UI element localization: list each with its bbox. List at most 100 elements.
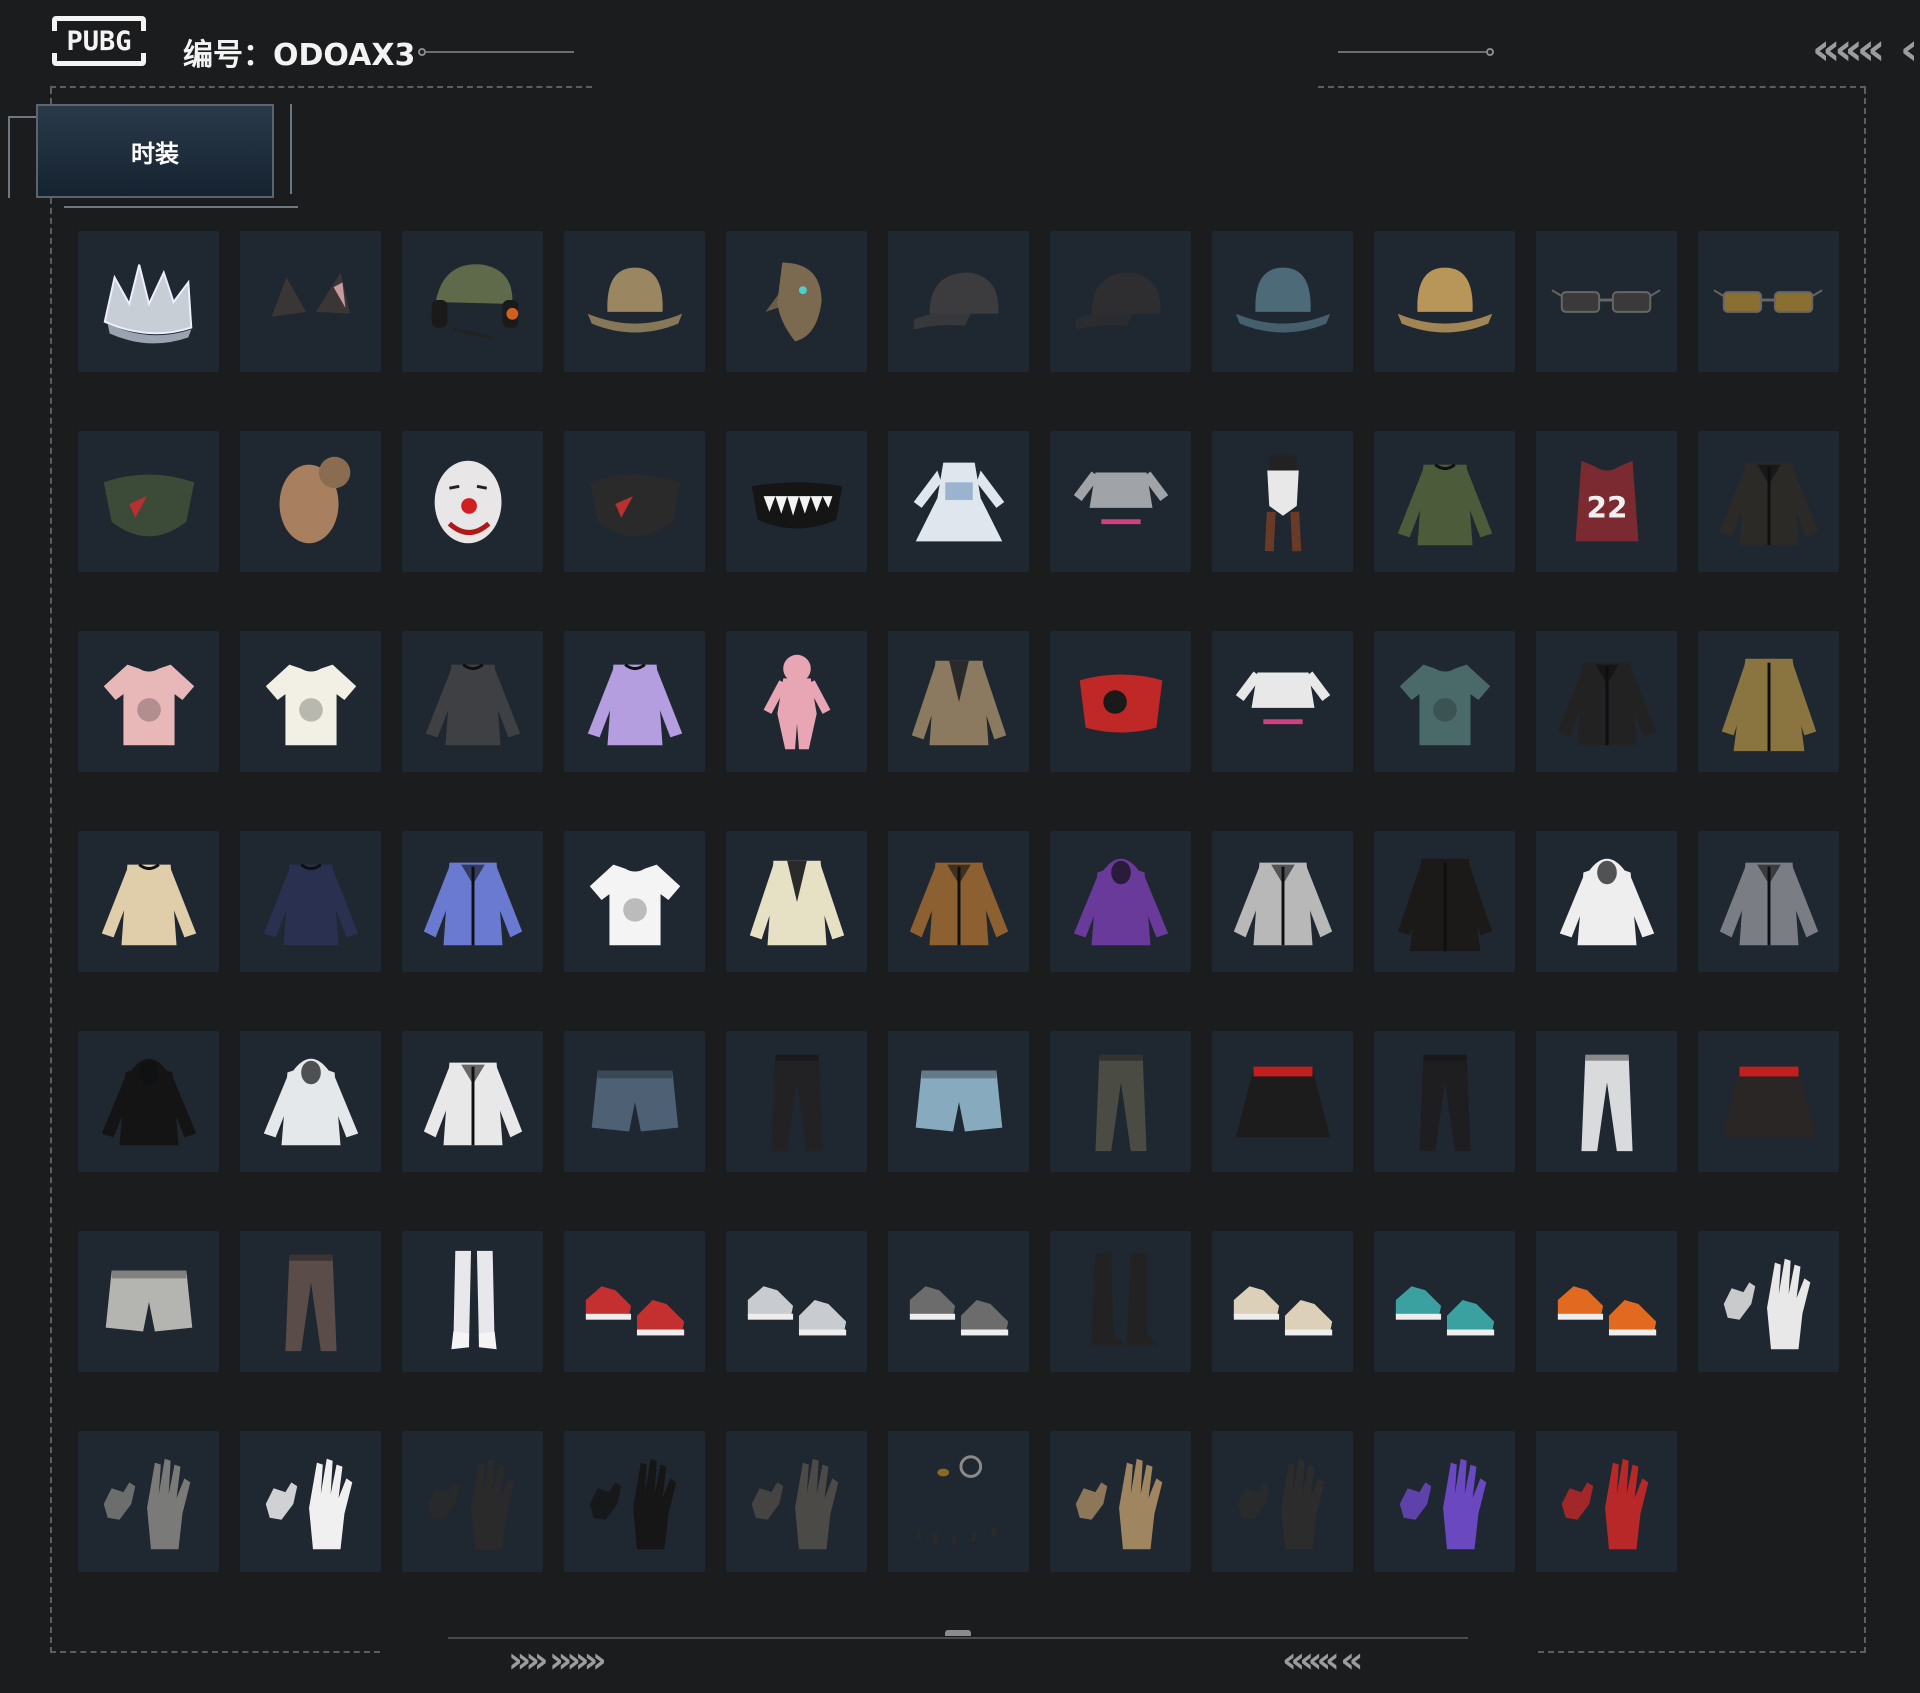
tab-outfits[interactable]: 时装 <box>36 104 274 198</box>
item-tile-leather-skirt-red[interactable] <box>1698 1031 1839 1172</box>
item-tile-red-bandana[interactable] <box>564 431 705 572</box>
item-tile-tall-black-boots[interactable] <box>1050 1231 1191 1372</box>
item-tile-black-aura-hoodie[interactable] <box>78 1031 219 1172</box>
item-tile-pink-onesie[interactable] <box>726 631 867 772</box>
item-tile-black-leather-pants[interactable] <box>726 1031 867 1172</box>
face-mask-icon <box>103 473 194 536</box>
item-tile-polka-skirt[interactable] <box>1212 1031 1353 1172</box>
item-tile-denim-shorts[interactable] <box>564 1031 705 1172</box>
item-tile-blue-bucket-hat[interactable] <box>1212 231 1353 372</box>
item-tile-bunny-bodysuit[interactable] <box>1212 431 1353 572</box>
item-tile-white-stockings-boots[interactable] <box>402 1231 543 1372</box>
item-tile-winged-sneakers[interactable] <box>726 1231 867 1372</box>
item-tile-green-turtleneck[interactable] <box>1374 431 1515 572</box>
item-tile-white-bear-hoodie[interactable] <box>1536 831 1677 972</box>
item-tile-grey-cargo-shorts[interactable] <box>78 1231 219 1372</box>
item-tile-white-gloves[interactable] <box>1698 1231 1839 1372</box>
item-tile-maid-dress[interactable] <box>888 431 1029 572</box>
item-tile-black-claw-gloves[interactable] <box>564 1431 705 1572</box>
bucket-hat-icon <box>587 267 682 332</box>
gloves-icon <box>1399 1458 1486 1549</box>
item-tile-red-sneakers[interactable] <box>564 1231 705 1372</box>
item-tile-tactical-long-sleeve[interactable] <box>402 631 543 772</box>
account-code-label: 编号：ODOAX3 <box>183 38 416 73</box>
sweater-icon <box>101 862 196 945</box>
item-tile-shark-teeth-mask[interactable] <box>726 431 867 572</box>
item-tile-teal-clogs[interactable] <box>1374 1231 1515 1372</box>
item-tile-crown[interactable] <box>78 231 219 372</box>
item-tile-cream-cardigan[interactable] <box>78 831 219 972</box>
item-tile-silver-jacket[interactable] <box>1212 831 1353 972</box>
item-tile-purple-owl-sweater[interactable] <box>564 631 705 772</box>
item-tile-white-hoodie[interactable] <box>240 1031 381 1172</box>
item-tile-patterned-blazer[interactable] <box>888 631 1029 772</box>
item-tile-leather-studded-gloves[interactable] <box>726 1431 867 1572</box>
item-tile-grey-orange-jacket[interactable] <box>1698 831 1839 972</box>
header-line-left <box>426 51 574 53</box>
item-tile-black-gold-jacket[interactable] <box>1698 431 1839 572</box>
item-tile-cat-ears[interactable] <box>240 231 381 372</box>
item-tile-black-cap[interactable] <box>888 231 1029 372</box>
item-tile-black-wraps[interactable] <box>402 1431 543 1572</box>
bottom-scroll-handle[interactable] <box>945 1630 971 1636</box>
item-tile-gold-sunglasses[interactable] <box>1698 231 1839 372</box>
item-tile-pink-tshirt[interactable] <box>78 631 219 772</box>
item-tile-jersey-22[interactable]: 22 <box>1536 431 1677 572</box>
sneakers-icon <box>747 1285 846 1335</box>
item-tile-black-cap-logo[interactable] <box>1050 231 1191 372</box>
item-tile-leopard-coat[interactable] <box>1698 631 1839 772</box>
pants-icon <box>1580 1054 1633 1151</box>
item-tile-racing-gloves[interactable] <box>240 1431 381 1572</box>
item-tile-sports-bra-arms[interactable] <box>1212 631 1353 772</box>
item-tile-brown-puffer[interactable] <box>888 831 1029 972</box>
gloves-icon <box>1237 1458 1324 1549</box>
item-tile-realistic-head-mask[interactable] <box>240 431 381 572</box>
item-tile-purple-hoodie[interactable] <box>1050 831 1191 972</box>
tshirt-icon <box>589 864 680 945</box>
pants-icon <box>770 1054 823 1151</box>
tshirt-icon <box>103 664 194 745</box>
item-tile-white-jeans[interactable] <box>1536 1031 1677 1172</box>
item-tile-tech-glasses[interactable] <box>1536 231 1677 372</box>
item-tile-golden-gauntlet[interactable] <box>1050 1431 1191 1572</box>
header-line-right <box>1338 51 1486 53</box>
item-tile-white-crop-top[interactable] <box>1050 431 1191 572</box>
item-tile-red-cat-tube-top[interactable] <box>1050 631 1191 772</box>
item-tile-tactical-cargo-pants[interactable] <box>1050 1031 1191 1172</box>
frame-left <box>50 88 52 1653</box>
item-tile-leopard-bucket-hat[interactable] <box>564 231 705 372</box>
item-tile-orange-white-jacket[interactable] <box>402 1031 543 1172</box>
item-tile-blue-shorts[interactable] <box>888 1031 1029 1172</box>
item-tile-orange-high-tops[interactable] <box>1536 1231 1677 1372</box>
item-tile-gold-bucket-hat[interactable] <box>1374 231 1515 372</box>
item-tile-rings-and-nails[interactable] <box>888 1431 1029 1572</box>
item-tile-navy-anniversary-sweater[interactable] <box>240 831 381 972</box>
item-tile-holographic-jacket[interactable] <box>402 831 543 972</box>
item-tile-bird-mask[interactable] <box>726 231 867 372</box>
boots-icon <box>1091 1252 1158 1345</box>
item-tile-military-helmet-headset[interactable] <box>402 231 543 372</box>
item-tile-red-fingerless-gloves[interactable] <box>1536 1431 1677 1572</box>
item-tile-black-gold-coat[interactable] <box>1374 831 1515 972</box>
cat-ears-icon <box>271 272 350 317</box>
item-tile-clown-mask[interactable] <box>402 431 543 572</box>
item-tile-bunny-print-tshirt[interactable] <box>564 831 705 972</box>
item-tile-black-gold-pants[interactable] <box>1374 1031 1515 1172</box>
sweater-icon <box>263 862 358 945</box>
gloves-icon <box>589 1458 676 1549</box>
shorts-icon <box>591 1070 678 1131</box>
item-tile-purple-gloves[interactable] <box>1374 1431 1515 1572</box>
item-tile-camo-pants[interactable] <box>240 1231 381 1372</box>
svg-text:22: 22 <box>1586 490 1627 524</box>
item-tile-beige-sneakers[interactable] <box>1212 1231 1353 1372</box>
sweater-icon <box>587 662 682 745</box>
item-tile-yellow-raglan-tshirt[interactable] <box>240 631 381 772</box>
chevrons-top-right-icon: ««« <box>1812 24 1885 75</box>
item-tile-grey-fingerless-gloves[interactable] <box>78 1431 219 1572</box>
item-tile-floral-shirt[interactable] <box>1374 631 1515 772</box>
item-tile-cream-suit[interactable] <box>726 831 867 972</box>
item-tile-camo-face-mask[interactable] <box>78 431 219 572</box>
item-tile-black-leather-jacket[interactable] <box>1536 631 1677 772</box>
item-tile-grey-orange-sneakers[interactable] <box>888 1231 1029 1372</box>
item-tile-skeleton-gloves[interactable] <box>1212 1431 1353 1572</box>
